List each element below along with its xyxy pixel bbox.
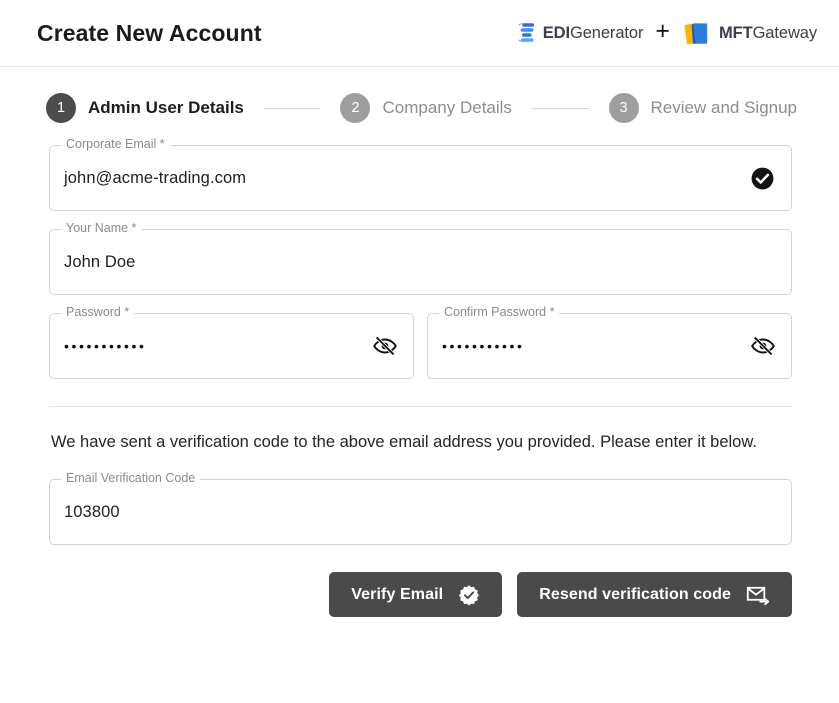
stepper-step-company-details[interactable]: 2 Company Details: [340, 93, 512, 123]
corporate-email-label: Corporate Email *: [61, 138, 170, 151]
your-name-label: Your Name *: [61, 222, 142, 235]
form-actions: Verify Email Resend verification code: [49, 545, 792, 618]
step-number-2: 2: [340, 93, 371, 123]
step-label-1: Admin User Details: [88, 98, 244, 117]
visibility-off-icon[interactable]: [373, 334, 397, 358]
password-value[interactable]: •••••••••••: [64, 338, 373, 354]
edigenerator-label: EDIGenerator: [542, 23, 644, 42]
verification-info-text: We have sent a verification code to the …: [51, 433, 757, 451]
forward-to-inbox-icon: [746, 583, 770, 607]
stepper-step-review-and-signup[interactable]: 3 Review and Signup: [608, 93, 798, 123]
resend-verification-code-button-label: Resend verification code: [539, 585, 731, 603]
plus-icon: +: [655, 17, 670, 45]
brand-mftgateway: MFTGateway: [682, 20, 817, 47]
step-label-2: Company Details: [382, 98, 512, 117]
corporate-email-value[interactable]: john@acme-trading.com: [64, 169, 750, 188]
page-title: Create New Account: [37, 19, 262, 46]
verified-check-icon: [750, 166, 775, 191]
mftgateway-label: MFTGateway: [718, 23, 817, 42]
verified-badge-icon: [458, 584, 480, 606]
mftgateway-logo-icon: [682, 20, 712, 47]
brand-lockup: EDIGenerator + MFTGateway: [518, 17, 817, 47]
visibility-off-icon[interactable]: [751, 334, 775, 358]
signup-form: Corporate Email * john@acme-trading.com …: [0, 123, 839, 618]
email-verification-code-value[interactable]: 103800: [64, 503, 775, 522]
stepper-step-admin-user-details[interactable]: 1 Admin User Details: [46, 93, 244, 123]
signup-stepper: 1 Admin User Details 2 Company Details 3…: [0, 67, 839, 123]
your-name-field[interactable]: Your Name * John Doe: [49, 222, 792, 295]
create-account-page: Create New Account EDIGenerator + MFTGat…: [0, 0, 839, 703]
brand-edigenerator: EDIGenerator: [518, 22, 644, 44]
stepper-connector-1: [263, 107, 321, 109]
resend-verification-code-button[interactable]: Resend verification code: [517, 572, 792, 618]
step-number-1: 1: [46, 93, 76, 123]
email-verification-code-label: Email Verification Code: [61, 472, 201, 485]
confirm-password-field[interactable]: Confirm Password * •••••••••••: [427, 306, 792, 379]
password-field[interactable]: Password * •••••••••••: [49, 306, 414, 379]
password-row: Password * ••••••••••• Confirm Password …: [49, 306, 792, 379]
password-label: Password *: [61, 306, 135, 319]
step-number-3: 3: [608, 93, 639, 123]
confirm-password-label: Confirm Password *: [439, 306, 560, 319]
your-name-value[interactable]: John Doe: [64, 253, 775, 272]
verify-email-button[interactable]: Verify Email: [329, 572, 503, 618]
stepper-connector-2: [531, 107, 589, 109]
confirm-password-value[interactable]: •••••••••••: [442, 338, 751, 354]
step-label-3: Review and Signup: [650, 98, 798, 117]
email-verification-code-field[interactable]: Email Verification Code 103800: [49, 472, 792, 546]
corporate-email-field[interactable]: Corporate Email * john@acme-trading.com: [49, 138, 792, 211]
verify-email-button-label: Verify Email: [351, 585, 444, 603]
page-header: Create New Account EDIGenerator + MFTGat…: [0, 0, 839, 67]
edigenerator-logo-icon: [518, 22, 536, 44]
